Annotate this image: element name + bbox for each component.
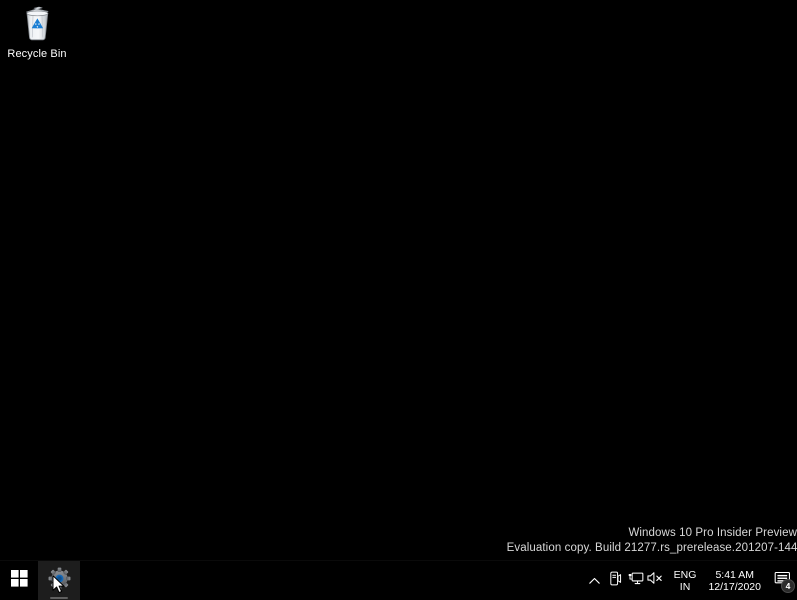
desktop-icon-recycle-bin[interactable]: Recycle Bin	[0, 2, 74, 62]
recycle-bin-icon	[20, 4, 54, 42]
network-button[interactable]	[626, 561, 646, 600]
watermark-line-edition: Windows 10 Pro Insider Preview	[628, 527, 797, 539]
taskbar-active-indicator	[50, 597, 68, 599]
taskbar-left-section	[0, 561, 80, 600]
taskbar-button-settings[interactable]	[38, 561, 80, 600]
language-primary: ENG	[673, 568, 697, 581]
notification-center-button[interactable]: 4	[767, 561, 797, 600]
speaker-muted-icon	[647, 571, 664, 590]
gear-icon	[48, 567, 71, 595]
show-hidden-icons-button[interactable]	[584, 561, 606, 600]
system-tray: ENG IN 5:41 AM 12/17/2020 4	[584, 561, 797, 600]
clock-time: 5:41 AM	[715, 568, 754, 581]
language-secondary: IN	[679, 580, 691, 593]
meet-now-button[interactable]	[606, 561, 626, 600]
desktop-icon-label: Recycle Bin	[7, 48, 67, 60]
clock[interactable]: 5:41 AM 12/17/2020	[702, 561, 767, 600]
language-indicator[interactable]: ENG IN	[666, 561, 703, 600]
chevron-up-icon	[589, 572, 600, 590]
clock-date: 12/17/2020	[708, 580, 761, 593]
windows-desktop-screen: Recycle Bin Windows 10 Pro Insider Previ…	[0, 0, 797, 600]
start-button[interactable]	[0, 561, 38, 600]
windows-logo-icon	[10, 569, 28, 592]
windows-activation-watermark: Windows 10 Pro Insider Preview Evaluatio…	[0, 526, 797, 556]
ethernet-monitor-icon	[628, 571, 644, 591]
volume-button[interactable]	[646, 561, 666, 600]
notification-count-badge: 4	[781, 579, 795, 593]
camera-icon	[608, 571, 623, 591]
desktop-surface[interactable]: Recycle Bin	[0, 0, 797, 560]
watermark-line-build: Evaluation copy. Build 21277.rs_prerelea…	[506, 542, 797, 554]
taskbar-empty-area[interactable]	[80, 561, 584, 600]
taskbar[interactable]: ENG IN 5:41 AM 12/17/2020 4	[0, 560, 797, 600]
